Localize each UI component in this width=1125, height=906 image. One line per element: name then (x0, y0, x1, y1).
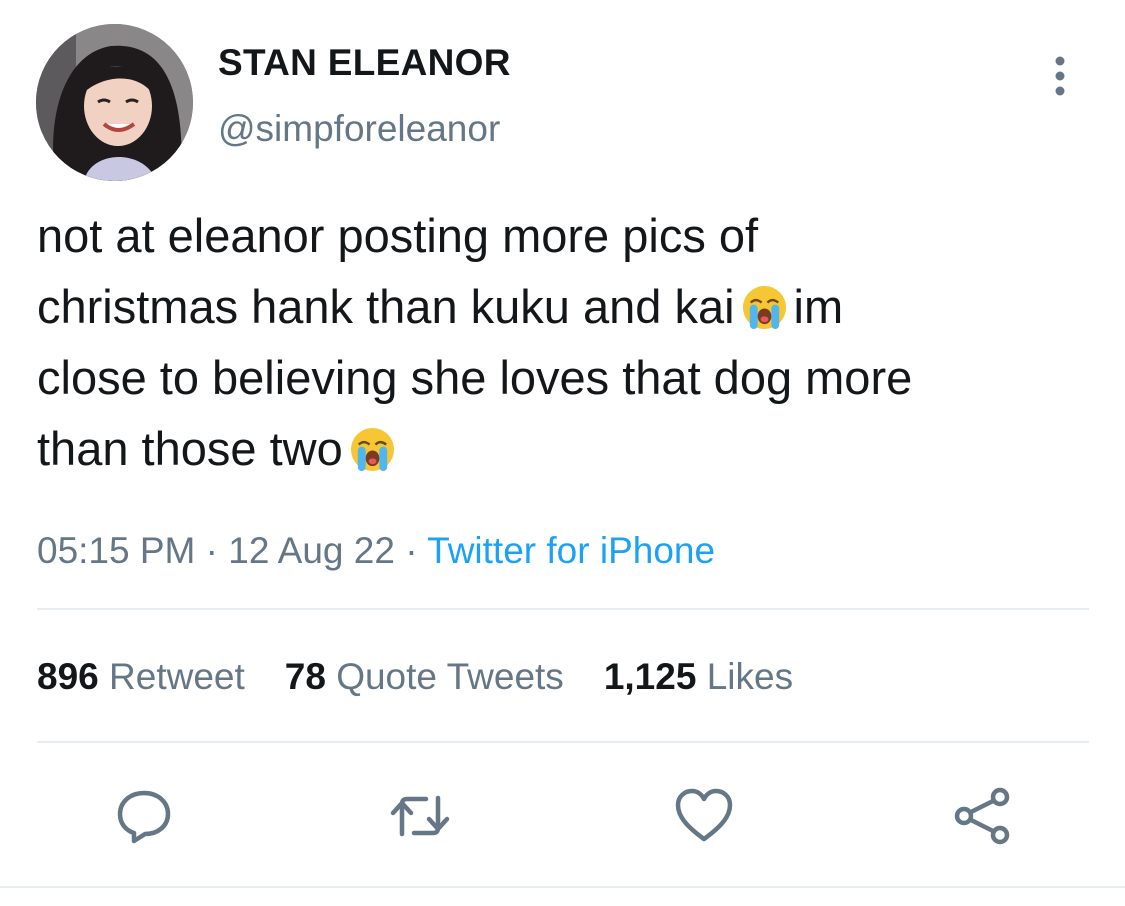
retweet-icon (390, 795, 450, 837)
tweet-source-link[interactable]: Twitter for iPhone (427, 530, 715, 571)
meta-separator: · (195, 530, 229, 571)
meta-separator: · (394, 530, 428, 571)
tweet-detail: STAN ELEANOR @simpforeleanor not at elea… (0, 0, 1125, 906)
reply-button[interactable] (112, 784, 176, 848)
avatar-photo (36, 24, 193, 181)
loudly-crying-face-icon (742, 285, 786, 330)
likes-count-link[interactable]: 1,125 Likes (604, 656, 793, 698)
retweet-count: 896 (37, 656, 99, 697)
quote-label: Quote Tweets (336, 656, 564, 697)
tweet-text-line: not at eleanor posting more pics of (37, 209, 759, 262)
retweet-label: Retweet (109, 656, 245, 697)
tweet-text: not at eleanor posting more pics of chri… (37, 200, 1097, 484)
tweet-actions (0, 784, 1125, 848)
share-icon (954, 787, 1010, 845)
quote-count-link[interactable]: 78 Quote Tweets (285, 656, 564, 698)
tweet-date: 12 Aug 22 (228, 530, 395, 571)
more-vertical-icon[interactable] (1045, 55, 1075, 97)
retweet-button[interactable] (388, 784, 452, 848)
tweet-time: 05:15 PM (37, 530, 196, 571)
display-name[interactable]: STAN ELEANOR (218, 42, 511, 84)
divider (0, 886, 1125, 888)
share-button[interactable] (950, 784, 1014, 848)
avatar[interactable] (36, 24, 193, 181)
like-button[interactable] (672, 784, 736, 848)
heart-icon (675, 788, 733, 842)
tweet-text-line: close to believing she loves that dog mo… (37, 351, 913, 404)
tweet-text-segment: than those two (37, 422, 343, 475)
user-handle[interactable]: @simpforeleanor (218, 108, 500, 150)
reply-icon (117, 790, 171, 844)
likes-count: 1,125 (603, 656, 697, 697)
loudly-crying-face-icon (350, 427, 394, 472)
tweet-text-segment: christmas hank than kuku and kai (37, 280, 735, 333)
tweet-text-segment: im (793, 280, 844, 333)
divider (37, 741, 1089, 743)
retweet-count-link[interactable]: 896 Retweet (37, 656, 245, 698)
tweet-text-line: christmas hank than kuku and kai im (37, 271, 1097, 342)
tweet-meta: 05:15 PM · 12 Aug 22 · Twitter for iPhon… (37, 530, 715, 572)
divider (37, 608, 1089, 610)
tweet-text-line: than those two (37, 413, 1097, 484)
quote-count: 78 (284, 656, 326, 697)
tweet-stats: 896 Retweet 78 Quote Tweets 1,125 Likes (37, 656, 793, 698)
likes-label: Likes (706, 656, 794, 697)
